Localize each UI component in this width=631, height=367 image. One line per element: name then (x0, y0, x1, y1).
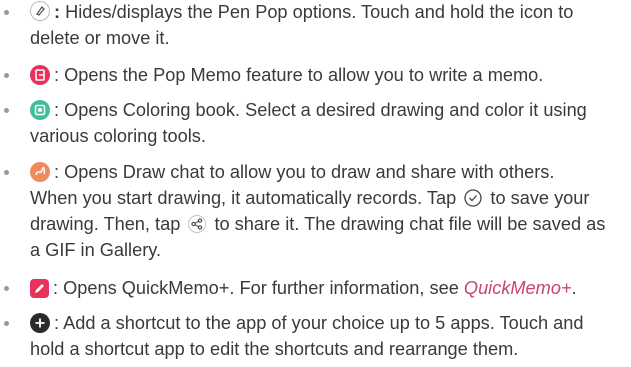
bullet (4, 73, 9, 78)
item-text-line: : Add a shortcut to the app of your choi… (54, 313, 584, 333)
item-text-line: various coloring tools. (30, 126, 206, 146)
separator: : (54, 2, 61, 22)
item-text-line: When you start drawing, it automatically… (30, 188, 457, 208)
bullet (4, 108, 9, 113)
bullet (4, 286, 9, 291)
bullet (4, 170, 9, 175)
share-icon (187, 214, 207, 234)
check-circle-icon (463, 188, 483, 208)
item-text-line: delete or move it. (30, 28, 170, 48)
item-text-line: to share it. The drawing chat file will … (214, 214, 606, 234)
item-text-line: : Opens the Pop Memo feature to allow yo… (54, 65, 544, 85)
bullet (4, 10, 9, 15)
item-text-line: hold a shortcut app to edit the shortcut… (30, 339, 519, 359)
coloring-book-icon (30, 100, 50, 120)
item-text-line: : Opens QuickMemo+. For further informat… (53, 278, 459, 298)
pop-memo-icon (30, 65, 50, 85)
item-text-line: : Opens Draw chat to allow you to draw a… (54, 162, 555, 182)
item-text-line: drawing. Then, tap (30, 214, 181, 234)
item-text-line: . (571, 278, 577, 298)
item-text-line: to save your (490, 188, 590, 208)
draw-chat-icon (30, 162, 50, 182)
item-text-line: Hides/displays the Pen Pop options. Touc… (65, 2, 574, 22)
bullet (4, 321, 9, 326)
item-text-line: : Opens Coloring book. Select a desired … (54, 100, 587, 120)
quickmemo-link[interactable]: QuickMemo+ (464, 278, 572, 298)
pen-pop-toggle-icon (30, 1, 50, 21)
add-shortcut-icon (30, 313, 50, 333)
item-text-line: a GIF in Gallery. (30, 240, 162, 260)
manual-page: : Hides/displays the Pen Pop options. To… (0, 0, 631, 367)
quickmemo-icon (30, 279, 49, 298)
